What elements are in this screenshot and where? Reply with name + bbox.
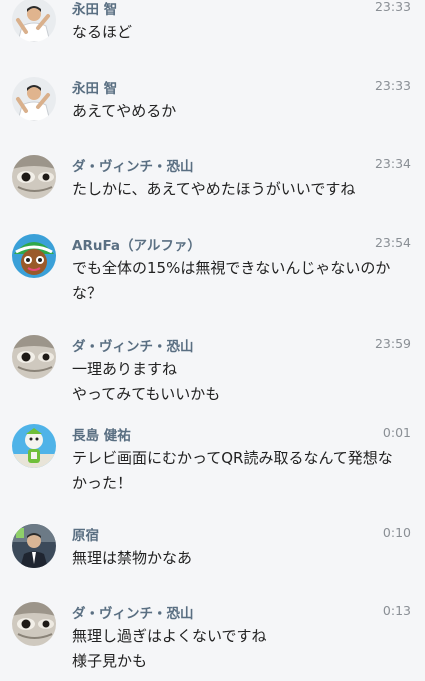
message-line: テレビ画面にむかってQR読み取るなんて発想な (72, 449, 393, 467)
message-text: あえてやめるか (72, 99, 412, 124)
message-line: でも全体の15%は無視できないんじゃないのか (72, 259, 391, 277)
message-time: 23:34 (374, 156, 411, 171)
message-line: な？ (72, 284, 103, 302)
eye-closeup-avatar[interactable] (12, 155, 56, 199)
message-text: 無理は禁物かなあ (72, 546, 412, 571)
person-pose-avatar[interactable] (12, 0, 56, 42)
message-time: 23:33 (374, 0, 411, 14)
message-time: 0:13 (382, 603, 411, 618)
message-text: でも全体の15%は無視できないんじゃないのか な？ (72, 256, 412, 306)
sender-name: ダ・ヴィンチ・恐山 (72, 606, 194, 622)
message-line: やってみてもいいかも (72, 385, 221, 403)
sender-name: 原宿 (72, 528, 99, 544)
sender-name: ダ・ヴィンチ・恐山 (72, 159, 194, 175)
message-text: たしかに、あえてやめたほうがいいですね (72, 177, 412, 202)
message-time: 23:54 (374, 235, 411, 250)
message-line: かった！ (72, 474, 133, 492)
message-text: 一理ありますね やってみてもいいかも (72, 357, 412, 407)
message-line: たしかに、あえてやめたほうがいいですね (72, 180, 356, 198)
message-time: 0:01 (382, 425, 411, 440)
message-line: あえてやめるか (72, 102, 177, 120)
message-line: なるほど (72, 23, 133, 41)
message-time: 23:59 (374, 336, 411, 351)
mascot-avatar[interactable] (12, 424, 56, 468)
message-time: 0:10 (382, 525, 411, 540)
message-line: 無理し過ぎはよくないですね (72, 627, 267, 645)
message-text: なるほど (72, 20, 412, 45)
suit-man-avatar[interactable] (12, 524, 56, 568)
chat-message-list[interactable]: 永田 智 23:33 なるほど 永田 智 23:33 あえてやめるか ダ・ヴィン… (0, 0, 425, 681)
eye-closeup-avatar[interactable] (12, 335, 56, 379)
sender-name: ARuFa（アルファ） (72, 238, 201, 254)
message-line: 無理は禁物かなあ (72, 549, 193, 567)
message-line: 一理ありますね (72, 360, 178, 378)
cartoon-face-avatar[interactable] (12, 234, 56, 278)
sender-name: 永田 智 (72, 2, 118, 18)
message-text: テレビ画面にむかってQR読み取るなんて発想な かった！ (72, 446, 412, 496)
sender-name: ダ・ヴィンチ・恐山 (72, 339, 194, 355)
message-time: 23:33 (374, 78, 411, 93)
eye-closeup-avatar[interactable] (12, 602, 56, 646)
person-pose-avatar[interactable] (12, 77, 56, 121)
sender-name: 長島 健祐 (72, 428, 131, 444)
message-line: 様子見かも (72, 652, 148, 670)
sender-name: 永田 智 (72, 81, 118, 97)
message-text: 無理し過ぎはよくないですね 様子見かも (72, 624, 412, 674)
